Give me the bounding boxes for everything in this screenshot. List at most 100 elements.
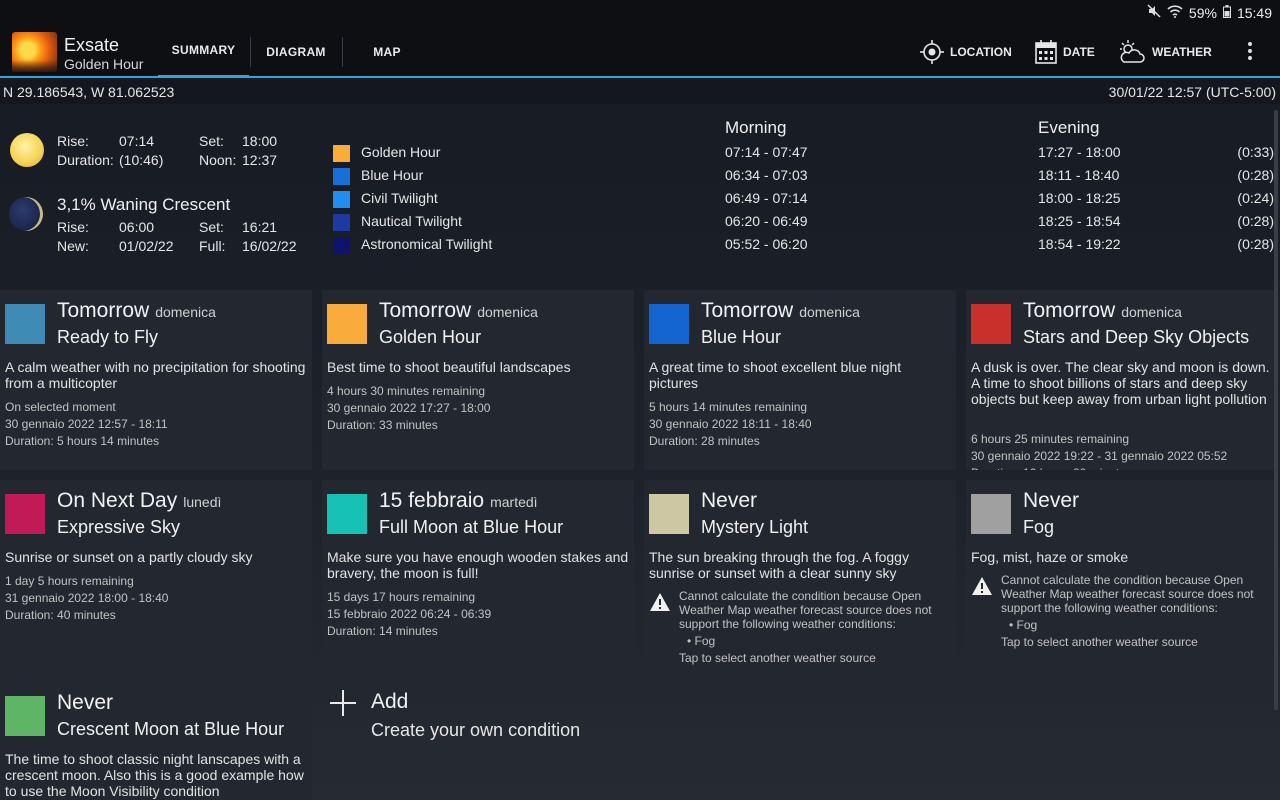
condition-meta: 30 gennaio 2022 19:22 - 31 gennaio 2022 …	[971, 449, 1228, 463]
period-name: Astronomical Twilight	[361, 236, 493, 252]
condition-card[interactable]: Tomorrow domenica Ready to Fly A calm weath…	[0, 290, 312, 470]
tab-map[interactable]: MAP	[343, 25, 431, 78]
date-button[interactable]: DATE	[1035, 25, 1095, 78]
location-label: LOCATION	[950, 44, 1012, 59]
condition-weekday: martedì	[490, 494, 538, 510]
evening-header: Evening	[1038, 118, 1100, 137]
moon-full-label: Full:	[199, 238, 226, 254]
condition-when: Tomorrow domenica	[379, 299, 538, 323]
condition-when-text: Tomorrow	[1023, 299, 1116, 322]
period-duration: (0:28)	[1237, 213, 1274, 229]
coordinates: N 29.186543, W 81.062523	[3, 84, 175, 100]
condition-weekday: domenica	[155, 304, 216, 320]
period-name: Nautical Twilight	[361, 213, 462, 229]
mute-icon	[1147, 4, 1161, 21]
warning-bullet: • Fog	[687, 634, 716, 648]
sun-rise-label: Rise:	[57, 133, 89, 149]
period-swatch	[333, 145, 350, 162]
condition-description: Sunrise or sunset on a partly cloudy sky	[5, 549, 253, 565]
condition-card[interactable]: 15 febbraio martedì Full Moon at Blue Hour…	[322, 480, 634, 672]
select-weather-source-link[interactable]: Tap to select another weather source	[679, 651, 876, 665]
condition-name: Full Moon at Blue Hour	[379, 517, 564, 537]
moon-new-value: 01/02/22	[119, 238, 174, 254]
condition-card[interactable]: Tomorrow domenica Stars and Deep Sky Objec…	[966, 290, 1278, 470]
condition-description: A dusk is over. The clear sky and moon i…	[971, 359, 1270, 407]
condition-meta: Duration: 33 minutes	[327, 418, 438, 432]
condition-description: Best time to shoot beautiful landscapes	[327, 359, 571, 375]
condition-when-text: Tomorrow	[379, 299, 472, 322]
condition-meta: Duration: 28 minutes	[649, 434, 760, 448]
condition-card[interactable]: Never Mystery Light The sun breaking throu…	[644, 480, 956, 672]
period-morning-range: 06:49 - 07:14	[725, 190, 808, 206]
moon-rise-value: 06:00	[119, 219, 155, 235]
location-button[interactable]: LOCATION	[920, 25, 1012, 78]
moon-set-label: Set:	[199, 219, 224, 235]
condition-card[interactable]: On Next Day lunedì Expressive Sky Sunrise o…	[0, 480, 312, 672]
add-condition-title[interactable]: Add	[371, 690, 408, 714]
condition-card[interactable]: Never Crescent Moon at Blue Hour The time …	[0, 682, 312, 800]
period-swatch	[333, 168, 350, 185]
condition-meta: 30 gennaio 2022 12:57 - 18:11	[5, 417, 168, 431]
condition-name: Fog	[1023, 517, 1055, 537]
weather-button[interactable]: WEATHER	[1118, 25, 1212, 78]
condition-weekday: domenica	[1121, 304, 1182, 320]
condition-meta: 31 gennaio 2022 18:00 - 18:40	[5, 591, 169, 605]
condition-name: Stars and Deep Sky Objects	[1023, 327, 1250, 347]
condition-meta: On selected moment	[5, 400, 116, 414]
location-bar: N 29.186543, W 81.062523 30/01/22 12:57 …	[0, 80, 1280, 104]
condition-color-swatch	[971, 304, 1011, 344]
condition-name: Crescent Moon at Blue Hour	[57, 719, 285, 739]
condition-name: Ready to Fly	[57, 327, 159, 347]
condition-color-swatch	[649, 304, 689, 344]
condition-when: Tomorrow domenica	[701, 299, 860, 323]
condition-when: Tomorrow domenica	[1023, 299, 1182, 323]
condition-card[interactable]: Tomorrow domenica Blue Hour A great time to…	[644, 290, 956, 470]
condition-card[interactable]: Tomorrow domenica Golden Hour Best time to …	[322, 290, 634, 470]
select-weather-source-link[interactable]: Tap to select another weather source	[1001, 635, 1198, 649]
status-bar: 59% 15:49	[0, 0, 1280, 25]
condition-meta: 6 hours 25 minutes remaining	[971, 432, 1130, 446]
condition-weekday: domenica	[799, 304, 860, 320]
scrollbar[interactable]	[1274, 110, 1278, 710]
period-swatch	[333, 191, 350, 208]
condition-color-swatch	[649, 494, 689, 534]
weather-sun-cloud-icon	[1120, 39, 1145, 63]
moon-phase: 3,1% Waning Crescent	[57, 195, 231, 214]
sun-set-label: Set:	[199, 133, 224, 149]
tab-summary[interactable]: SUMMARY	[158, 25, 249, 78]
condition-weekday: lunedì	[183, 494, 222, 510]
moon-new-label: New:	[57, 238, 89, 254]
condition-when: Tomorrow domenica	[57, 299, 216, 323]
condition-description: Fog, mist, haze or smoke	[971, 549, 1129, 565]
period-morning-range: 07:14 - 07:47	[725, 144, 808, 160]
sun-duration-value: (10:46)	[119, 152, 164, 168]
condition-when-text: Tomorrow	[701, 299, 794, 322]
period-evening-range: 18:00 - 18:25	[1038, 190, 1121, 206]
app-bar: Exsate Golden Hour SUMMARY DIAGRAM MAP L…	[0, 25, 1280, 78]
calendar-icon	[1035, 39, 1057, 64]
weather-label: WEATHER	[1152, 44, 1212, 59]
overflow-menu-icon[interactable]	[1248, 42, 1252, 63]
period-evening-range: 17:27 - 18:00	[1038, 144, 1121, 160]
moon-rise-label: Rise:	[57, 219, 89, 235]
condition-card[interactable]: Never Fog Fog, mist, haze or smoke Cannot c…	[966, 480, 1278, 672]
period-evening-range: 18:11 - 18:40	[1038, 167, 1120, 183]
condition-description: The time to shoot classic night lanscape…	[5, 751, 304, 799]
condition-name: Expressive Sky	[57, 517, 181, 537]
condition-meta: Duration: 10 hours 29 minutes	[971, 465, 1132, 470]
period-duration: (0:24)	[1237, 190, 1274, 206]
condition-meta: 1 day 5 hours remaining	[5, 574, 134, 588]
battery-percent: 59%	[1188, 4, 1217, 21]
add-icon[interactable]	[330, 690, 356, 716]
period-name: Golden Hour	[361, 144, 441, 160]
crosshair-icon	[920, 39, 944, 64]
condition-color-swatch	[5, 304, 45, 344]
tab-diagram[interactable]: DIAGRAM	[251, 25, 341, 78]
sun-icon	[10, 133, 44, 167]
condition-when: Never	[57, 691, 113, 715]
moon-icon	[9, 197, 43, 231]
date-label: DATE	[1063, 44, 1095, 59]
condition-name: Mystery Light	[701, 517, 809, 537]
app-logo-icon[interactable]	[12, 32, 57, 72]
condition-when-text: Never	[701, 489, 758, 512]
